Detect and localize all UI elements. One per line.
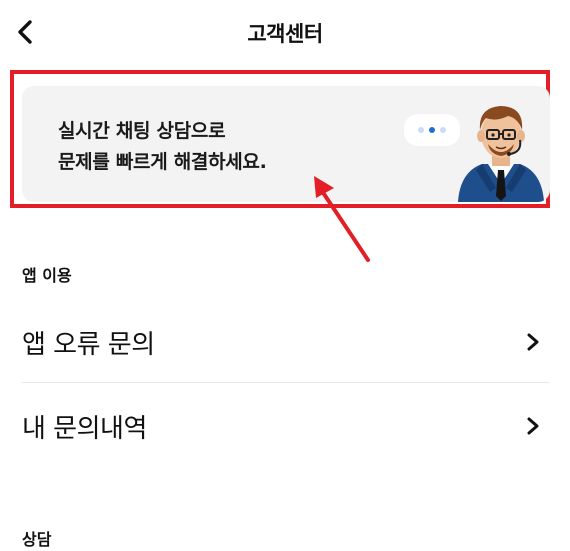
menu-item-my-inquiries[interactable]: 내 문의내역 bbox=[22, 386, 550, 466]
chevron-right-icon bbox=[527, 417, 539, 435]
menu-item-label: 앱 오류 문의 bbox=[22, 330, 155, 360]
menu-item-label: 내 문의내역 bbox=[22, 414, 147, 444]
banner-line-2: 문제를 빠르게 해결하세요. bbox=[58, 151, 267, 173]
red-arrow-icon bbox=[314, 176, 370, 262]
live-chat-banner[interactable]: 실시간 채팅 상담으로 문제를 빠르게 해결하세요. bbox=[22, 86, 550, 202]
menu-item-app-error-inquiry[interactable]: 앱 오류 문의 bbox=[22, 302, 550, 382]
page-title: 고객센터 bbox=[247, 22, 323, 46]
banner-line-1: 실시간 채팅 상담으로 bbox=[58, 120, 226, 142]
banner-text: 실시간 채팅 상담으로 문제를 빠르게 해결하세요. bbox=[58, 116, 267, 178]
section-label-app-usage: 앱 이용 bbox=[22, 266, 72, 285]
chevron-right-icon bbox=[527, 333, 539, 351]
section-label-consultation: 상담 bbox=[22, 530, 52, 549]
app-header: 고객센터 bbox=[0, 0, 570, 64]
agent-avatar bbox=[458, 106, 544, 202]
divider bbox=[22, 382, 550, 383]
